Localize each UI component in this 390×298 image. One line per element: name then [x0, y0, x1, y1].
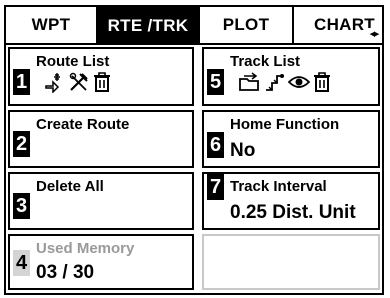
- track-list-icons: [238, 71, 332, 93]
- open-folder-icon: [238, 71, 262, 93]
- home-function-value: No: [230, 140, 256, 161]
- menu-item-label: Delete All: [36, 178, 104, 195]
- menu-item-delete-all[interactable]: 3 Delete All: [8, 172, 194, 230]
- menu-number: 6: [207, 132, 224, 158]
- delete-icon: [312, 71, 332, 93]
- menu-item-label: Route List: [36, 53, 110, 70]
- tab-rte-trk[interactable]: RTE /TRK: [98, 7, 198, 44]
- menu-item-label: Used Memory: [36, 240, 135, 257]
- menu-item-track-interval[interactable]: 7 Track Interval 0.25 Dist. Unit: [202, 172, 380, 230]
- view-eye-icon: [288, 71, 310, 93]
- menu-item-label: Track List: [230, 53, 301, 70]
- menu-number: 1: [13, 69, 30, 95]
- edit-tools-icon: [68, 71, 90, 93]
- menu-number: 2: [13, 131, 30, 157]
- menu-number: 7: [207, 174, 224, 200]
- track-interval-value: 0.25 Dist. Unit: [230, 202, 356, 223]
- menu-item-label: Home Function: [230, 116, 340, 133]
- tab-scroll-arrows-icon[interactable]: ◀▶: [367, 28, 381, 40]
- empty-menu-slot: [202, 234, 380, 290]
- menu-number: 4: [13, 250, 30, 276]
- new-route-icon: [44, 71, 66, 93]
- menu-item-route-list[interactable]: 1 Route List: [8, 47, 194, 106]
- tab-bar: WPT RTE /TRK PLOT CHART ◀▶: [6, 7, 382, 45]
- delete-icon: [92, 71, 112, 93]
- rte-trk-menu-window: WPT RTE /TRK PLOT CHART ◀▶ 1 Route List: [4, 5, 384, 295]
- used-memory-value: 03 / 30: [36, 262, 95, 283]
- menu-number: 3: [13, 193, 30, 219]
- menu-number: 5: [207, 69, 224, 95]
- track-route-icon: [264, 71, 286, 93]
- menu-item-track-list[interactable]: 5 Track List: [202, 47, 380, 106]
- menu-item-used-memory: 4 Used Memory 03 / 30: [8, 234, 194, 290]
- menu-item-label: Create Route: [36, 116, 130, 133]
- menu-item-create-route[interactable]: 2 Create Route: [8, 110, 194, 168]
- menu-item-home-function[interactable]: 6 Home Function No: [202, 110, 380, 168]
- route-list-icons: [44, 71, 112, 93]
- menu-item-label: Track Interval: [230, 178, 327, 195]
- menu-grid: 1 Route List 5 Track List 2 Create Route…: [6, 43, 382, 293]
- tab-wpt[interactable]: WPT: [6, 7, 98, 43]
- tab-plot[interactable]: PLOT: [198, 7, 294, 43]
